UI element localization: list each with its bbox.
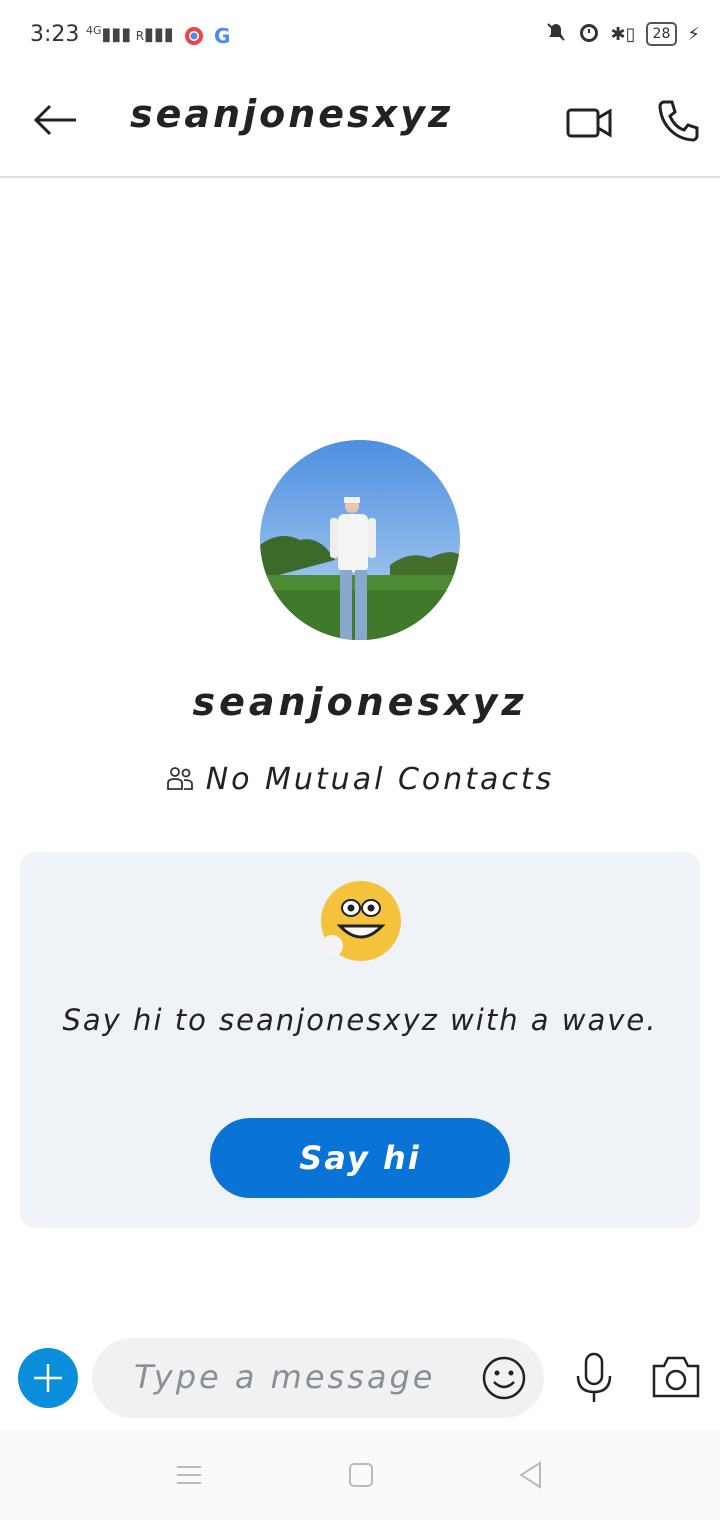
system-nav-bar: [0, 1430, 720, 1520]
video-call-icon[interactable]: [560, 94, 616, 150]
roaming-label: R: [135, 29, 145, 43]
chrome-icon: [184, 26, 204, 50]
microphone-icon[interactable]: [570, 1350, 618, 1406]
chat-header: seanjonesxyz: [0, 72, 720, 178]
status-right: ✱▯ 28 ⚡: [545, 20, 700, 48]
bluetooth-icon: ✱▯: [610, 23, 636, 45]
network-type: 4G: [86, 24, 102, 37]
mutual-contacts-label: No Mutual Contacts: [205, 762, 555, 797]
alarm-icon: [577, 20, 601, 48]
people-icon: [166, 764, 194, 796]
message-input-placeholder: Type a message: [134, 1358, 436, 1396]
mute-bell-icon: [545, 21, 567, 47]
back-arrow-icon[interactable]: [30, 92, 86, 148]
signal-icon: 4G▮▮▮ R▮▮▮: [86, 24, 174, 45]
charging-icon: ⚡: [687, 23, 700, 45]
contact-name: seanjonesxyz: [192, 680, 528, 724]
say-hi-button[interactable]: Say hi: [210, 1118, 510, 1198]
back-triangle-icon[interactable]: [516, 1460, 546, 1490]
google-icon: G: [214, 24, 231, 48]
wave-emoji-icon: [318, 880, 404, 966]
battery-icon: 28: [645, 22, 678, 46]
card-message: Say hi to seanjonesxyz with a wave.: [62, 1003, 658, 1037]
emoji-picker-icon[interactable]: [480, 1354, 528, 1402]
avatar[interactable]: [260, 440, 460, 640]
status-time: 3:23: [30, 22, 80, 47]
camera-icon[interactable]: [650, 1352, 702, 1402]
page-title[interactable]: seanjonesxyz: [130, 92, 453, 136]
status-bar: 3:23 4G▮▮▮ R▮▮▮ G ✱▯ 28 ⚡: [0, 0, 720, 72]
add-button[interactable]: [18, 1348, 78, 1408]
message-input[interactable]: Type a message: [92, 1338, 544, 1418]
mutual-contacts: No Mutual Contacts: [0, 762, 720, 797]
recents-menu-icon[interactable]: [174, 1460, 204, 1490]
audio-call-icon[interactable]: [650, 92, 706, 148]
home-square-icon[interactable]: [346, 1460, 376, 1490]
